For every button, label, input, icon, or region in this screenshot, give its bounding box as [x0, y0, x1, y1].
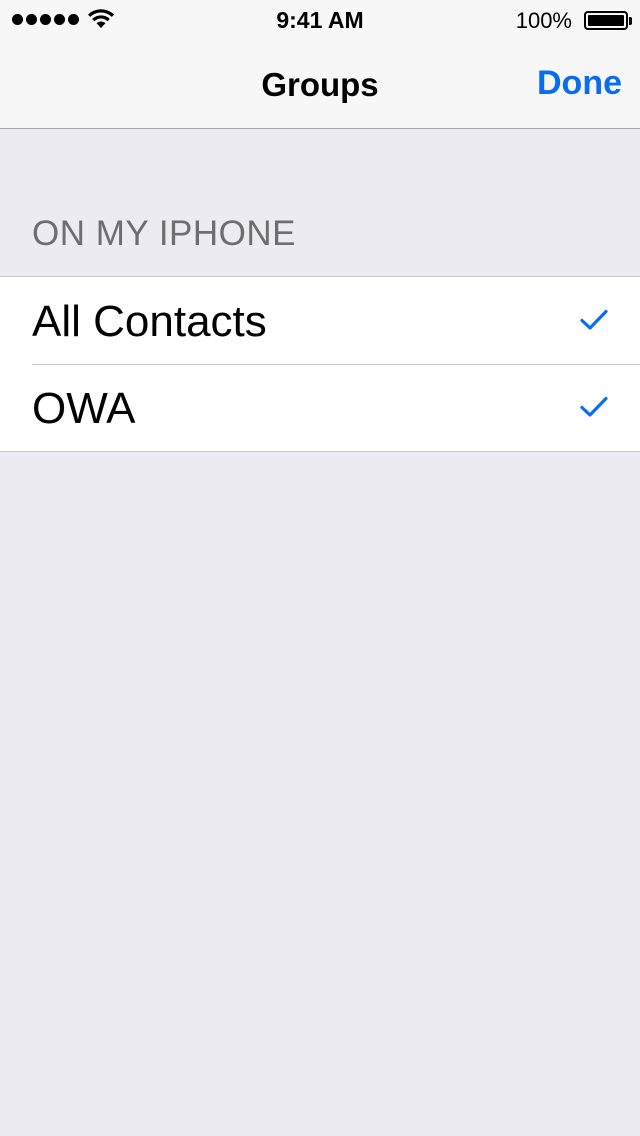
status-bar: 9:41 AM 100%: [0, 0, 640, 40]
section-header: ON MY IPHONE: [32, 214, 297, 253]
battery-percent: 100%: [515, 8, 572, 33]
checkmark-icon: [580, 396, 608, 417]
group-list: All Contacts OWA: [0, 276, 640, 452]
group-label: All Contacts: [32, 297, 267, 346]
checkmark-icon: [580, 309, 608, 330]
groups-screen: 9:41 AM 100% Groups Done ON MY IPHONE Al…: [0, 0, 640, 1136]
group-label: OWA: [32, 384, 136, 433]
done-button[interactable]: Done: [537, 64, 622, 103]
nav-bar: Groups Done: [0, 40, 640, 129]
group-row-all-contacts[interactable]: All Contacts: [0, 277, 640, 364]
battery-icon: [584, 11, 632, 30]
group-row-owa[interactable]: OWA: [0, 364, 640, 451]
